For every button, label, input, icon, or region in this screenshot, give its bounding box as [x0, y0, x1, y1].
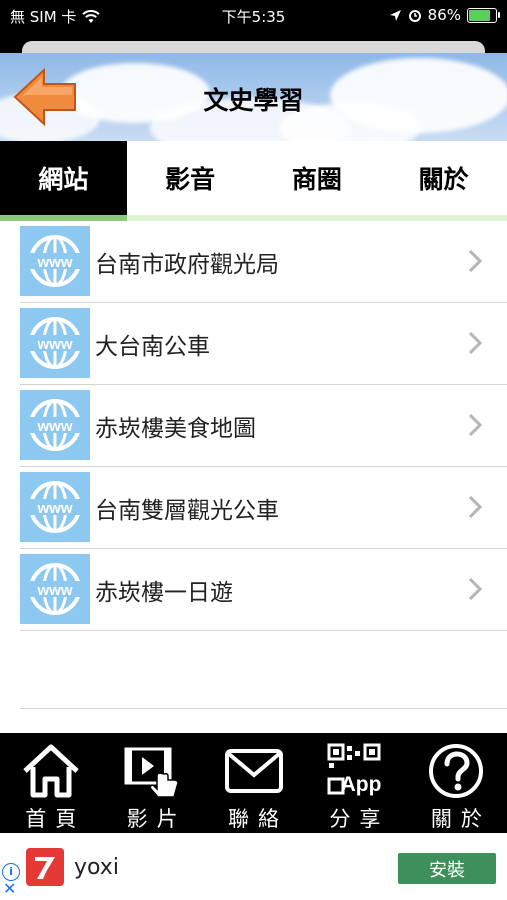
mail-icon [224, 749, 283, 793]
install-button[interactable]: 安裝 [398, 853, 496, 884]
nav-home[interactable]: 首頁 [0, 733, 101, 833]
svg-text:App: App [341, 773, 382, 796]
website-list: www 台南市政府觀光局 www 大台南公車 www 赤崁樓美食地圖 www 台… [20, 221, 507, 631]
tab-bar: 網站 影音 商圈 關於 [0, 141, 507, 215]
chevron-right-icon [468, 413, 483, 437]
list-item[interactable]: www 赤崁樓一日遊 [20, 549, 507, 631]
ad-app-name: yoxi [74, 855, 119, 880]
alarm-icon [408, 10, 421, 22]
home-icon [23, 744, 79, 798]
list-item[interactable]: www 大台南公車 [20, 303, 507, 385]
divider [20, 708, 507, 709]
svg-text:www: www [36, 418, 72, 435]
chevron-right-icon [468, 577, 483, 601]
question-icon [429, 744, 484, 798]
header-banner: 文史學習 [0, 53, 507, 141]
nav-video-label: 影片 [126, 807, 187, 831]
svg-text:www: www [36, 582, 72, 599]
svg-text:www: www [36, 336, 72, 353]
video-icon [124, 747, 179, 798]
nav-share[interactable]: App 分享 [304, 733, 405, 833]
yoxi-logo-icon [26, 848, 64, 886]
ad-banner[interactable]: i ✕ yoxi 安裝 [0, 833, 507, 900]
www-globe-icon: www [20, 390, 90, 460]
nav-about-label: 關於 [430, 807, 491, 831]
www-globe-icon: www [20, 308, 90, 378]
tab-about[interactable]: 關於 [380, 141, 507, 215]
close-icon[interactable]: ✕ [3, 881, 16, 897]
chevron-right-icon [468, 331, 483, 355]
page-title: 文史學習 [203, 86, 304, 115]
nav-home-label: 首頁 [25, 807, 86, 831]
nav-contact-label: 聯絡 [228, 807, 289, 831]
nav-video[interactable]: 影片 [101, 733, 202, 833]
status-bar: 無 SIM 卡 下午5:35 86% [0, 0, 507, 30]
battery-percent: 86% [427, 6, 461, 24]
nav-about[interactable]: 關於 [406, 733, 507, 833]
list-item-label: 赤崁樓美食地圖 [95, 416, 256, 442]
bottom-nav: 首頁 影片 聯絡 App 分享 關於 [0, 733, 507, 833]
www-globe-icon: www [20, 472, 90, 542]
list-item[interactable]: www 台南雙層觀光公車 [20, 467, 507, 549]
list-item-label: 赤崁樓一日遊 [95, 580, 233, 606]
qr-app-icon: App [327, 743, 382, 796]
list-item-label: 大台南公車 [95, 334, 210, 360]
tab-media[interactable]: 影音 [127, 141, 254, 215]
list-item[interactable]: www 台南市政府觀光局 [20, 221, 507, 303]
nav-contact[interactable]: 聯絡 [203, 733, 304, 833]
tab-shopping[interactable]: 商圈 [254, 141, 381, 215]
svg-text:www: www [36, 254, 72, 271]
list-item-label: 台南市政府觀光局 [95, 252, 279, 278]
location-arrow-icon [389, 9, 401, 21]
tab-websites[interactable]: 網站 [0, 141, 127, 215]
chevron-right-icon [468, 249, 483, 273]
svg-text:www: www [36, 500, 72, 517]
battery-icon [467, 7, 500, 23]
www-globe-icon: www [20, 554, 90, 624]
list-item-label: 台南雙層觀光公車 [95, 498, 279, 524]
list-item[interactable]: www 赤崁樓美食地圖 [20, 385, 507, 467]
nav-share-label: 分享 [329, 807, 390, 831]
www-globe-icon: www [20, 226, 90, 296]
chevron-right-icon [468, 495, 483, 519]
